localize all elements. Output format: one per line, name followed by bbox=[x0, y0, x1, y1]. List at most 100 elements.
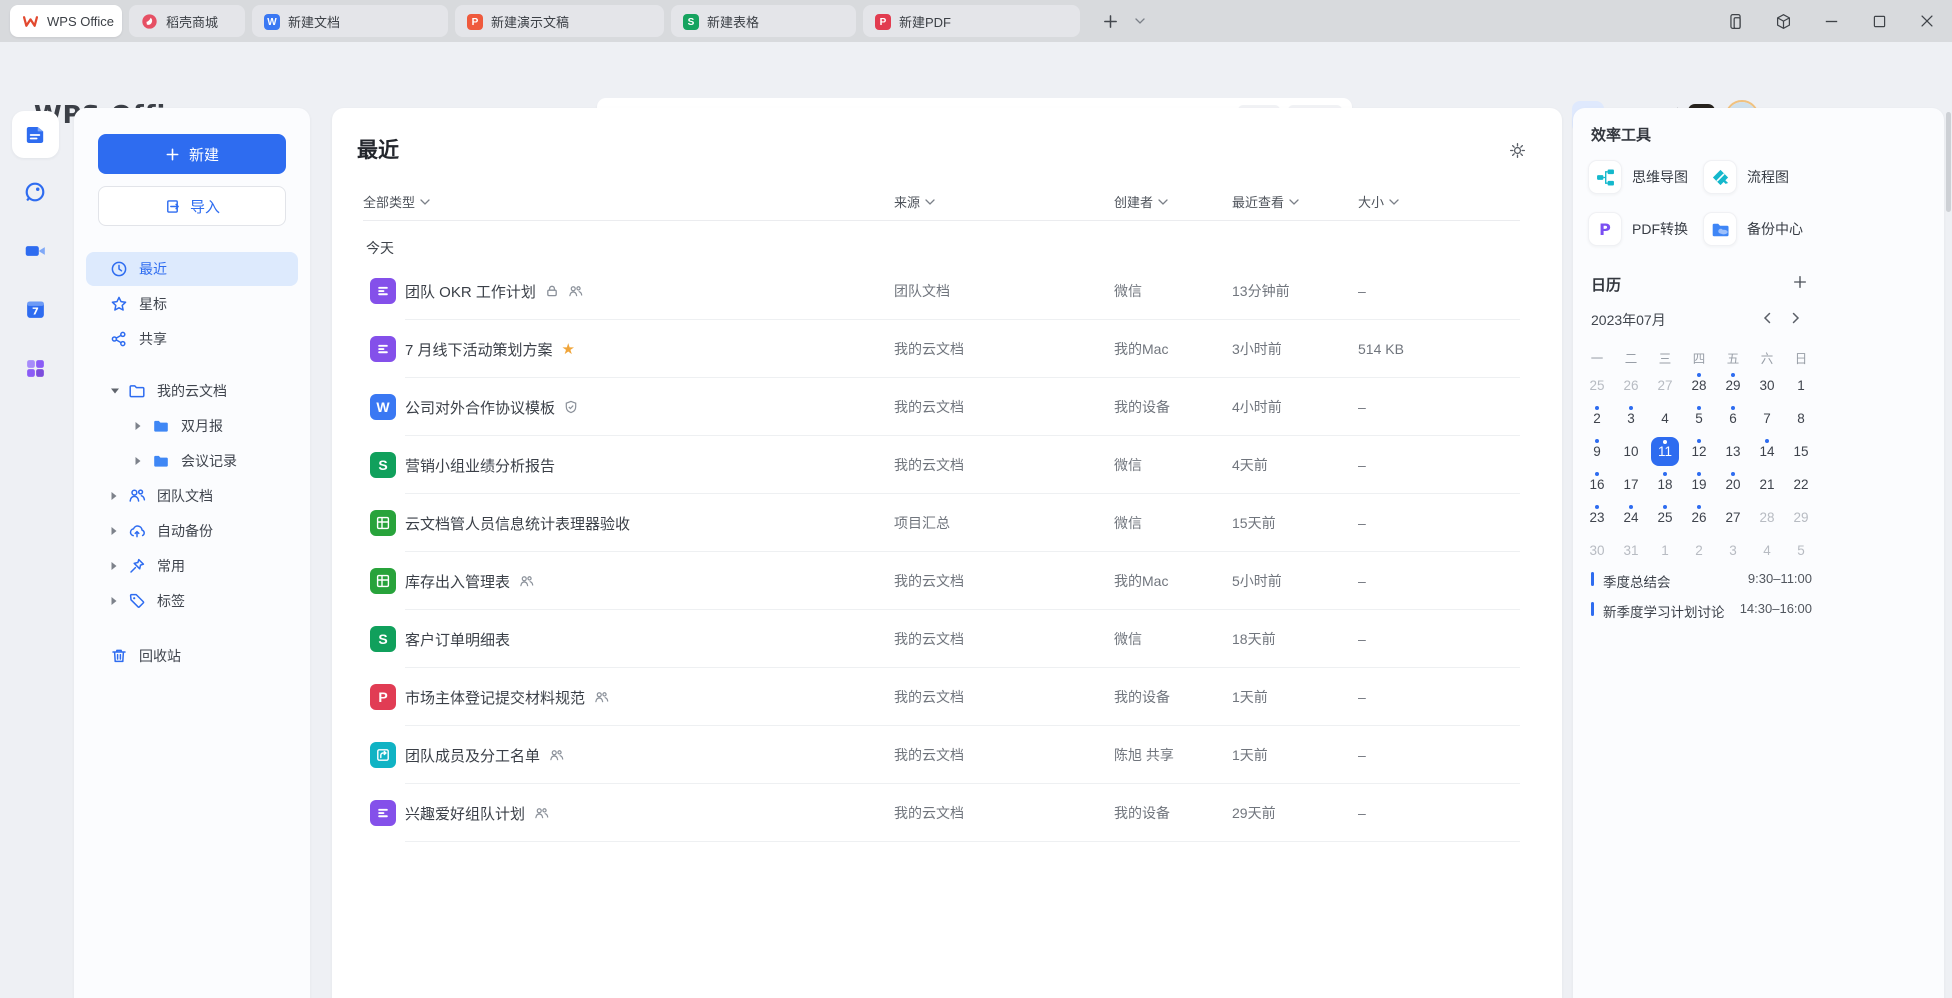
calendar-day[interactable]: 13 bbox=[1716, 436, 1750, 469]
filter-source[interactable]: 来源 bbox=[894, 192, 935, 211]
calendar-next-button[interactable] bbox=[1792, 312, 1800, 324]
caret-right-icon[interactable] bbox=[110, 491, 128, 501]
rail-calendar-button[interactable]: 7 bbox=[0, 298, 70, 321]
sidebar-item-star[interactable]: 星标 bbox=[86, 287, 298, 321]
file-row[interactable]: S客户订单明细表我的云文档微信18天前– bbox=[332, 610, 1562, 668]
calendar-day[interactable]: 26 bbox=[1682, 502, 1716, 535]
sidebar-item-tag[interactable]: 标签 bbox=[86, 584, 298, 618]
tab-ppt[interactable]: P新建演示文稿 bbox=[455, 5, 664, 37]
caret-right-icon[interactable] bbox=[110, 561, 128, 571]
calendar-day[interactable]: 25 bbox=[1648, 502, 1682, 535]
sidebar-item-people[interactable]: 团队文档 bbox=[86, 479, 298, 513]
filter-type[interactable]: 全部类型 bbox=[363, 192, 430, 211]
calendar-day[interactable]: 17 bbox=[1614, 469, 1648, 502]
file-row[interactable]: 云文档管人员信息统计表理器验收项目汇总微信15天前– bbox=[332, 494, 1562, 552]
calendar-day[interactable]: 29 bbox=[1784, 502, 1818, 535]
minimize-button[interactable] bbox=[1820, 10, 1842, 32]
calendar-day[interactable]: 8 bbox=[1784, 403, 1818, 436]
tool-flowchart[interactable]: 流程图 bbox=[1703, 160, 1789, 194]
rail-docs-button[interactable] bbox=[0, 111, 70, 158]
file-row[interactable]: W公司对外合作协议模板我的云文档我的设备4小时前– bbox=[332, 378, 1562, 436]
rail-apps-button[interactable] bbox=[0, 357, 70, 380]
tab-list-chevron[interactable] bbox=[1130, 11, 1150, 31]
tab-docer[interactable]: 稻壳商城 bbox=[129, 5, 245, 37]
sidebar-item-clock[interactable]: 最近 bbox=[86, 252, 298, 286]
tool-mindmap[interactable]: 思维导图 bbox=[1588, 160, 1688, 194]
workspace-button[interactable] bbox=[1772, 10, 1794, 32]
calendar-day[interactable]: 12 bbox=[1682, 436, 1716, 469]
new-button[interactable]: 新建 bbox=[98, 134, 286, 174]
tab-wps[interactable]: WPS Office bbox=[10, 5, 122, 37]
caret-right-icon[interactable] bbox=[134, 456, 152, 466]
sidebar-item-folder-outline[interactable]: 我的云文档 bbox=[86, 374, 298, 408]
file-row[interactable]: 团队 OKR 工作计划团队文档微信13分钟前– bbox=[332, 262, 1562, 320]
tab-sheet[interactable]: S新建表格 bbox=[671, 5, 856, 37]
caret-right-icon[interactable] bbox=[134, 421, 152, 431]
calendar-day[interactable]: 2 bbox=[1580, 403, 1614, 436]
import-button[interactable]: 导入 bbox=[98, 186, 286, 226]
rail-chat-button[interactable] bbox=[0, 180, 70, 204]
calendar-day[interactable]: 21 bbox=[1750, 469, 1784, 502]
maximize-button[interactable] bbox=[1868, 10, 1890, 32]
scrollbar[interactable] bbox=[1946, 112, 1951, 212]
calendar-day[interactable]: 15 bbox=[1784, 436, 1818, 469]
calendar-day[interactable]: 5 bbox=[1682, 403, 1716, 436]
calendar-day[interactable]: 22 bbox=[1784, 469, 1818, 502]
file-row[interactable]: S营销小组业绩分析报告我的云文档微信4天前– bbox=[332, 436, 1562, 494]
calendar-day[interactable]: 27 bbox=[1648, 370, 1682, 403]
rail-meeting-button[interactable] bbox=[0, 239, 70, 263]
calendar-day[interactable]: 19 bbox=[1682, 469, 1716, 502]
tool-backup[interactable]: 备份中心 bbox=[1703, 212, 1803, 246]
calendar-day[interactable]: 30 bbox=[1750, 370, 1784, 403]
file-row[interactable]: 团队成员及分工名单我的云文档陈旭 共享1天前– bbox=[332, 726, 1562, 784]
new-tab-button[interactable] bbox=[1097, 8, 1123, 34]
sidebar-item-cloud-up[interactable]: 自动备份 bbox=[86, 514, 298, 548]
calendar-day[interactable]: 1 bbox=[1784, 370, 1818, 403]
calendar-day[interactable]: 28 bbox=[1750, 502, 1784, 535]
sidebar-item-folder-fill[interactable]: 双月报 bbox=[86, 409, 298, 443]
filter-creator[interactable]: 创建者 bbox=[1114, 192, 1168, 211]
sidebar-item-pin[interactable]: 常用 bbox=[86, 549, 298, 583]
calendar-day[interactable]: 23 bbox=[1580, 502, 1614, 535]
tool-pdf-convert[interactable]: PPDF转换 bbox=[1588, 212, 1688, 246]
close-button[interactable] bbox=[1916, 10, 1938, 32]
caret-right-icon[interactable] bbox=[110, 526, 128, 536]
calendar-day-selected[interactable]: 11 bbox=[1648, 436, 1682, 469]
add-event-button[interactable] bbox=[1792, 274, 1808, 290]
file-row[interactable]: P市场主体登记提交材料规范我的云文档我的设备1天前– bbox=[332, 668, 1562, 726]
calendar-day[interactable]: 26 bbox=[1614, 370, 1648, 403]
filter-size[interactable]: 大小 bbox=[1358, 192, 1399, 211]
caret-down-icon[interactable] bbox=[110, 387, 128, 395]
caret-right-icon[interactable] bbox=[110, 596, 128, 606]
file-row[interactable]: 库存出入管理表我的云文档我的Mac5小时前– bbox=[332, 552, 1562, 610]
sidebar-item-trash[interactable]: 回收站 bbox=[86, 639, 298, 673]
calendar-day[interactable]: 9 bbox=[1580, 436, 1614, 469]
calendar-day[interactable]: 20 bbox=[1716, 469, 1750, 502]
tab-writer[interactable]: W新建文档 bbox=[252, 5, 448, 37]
calendar-day[interactable]: 25 bbox=[1580, 370, 1614, 403]
calendar-day[interactable]: 28 bbox=[1682, 370, 1716, 403]
calendar-day[interactable]: 6 bbox=[1716, 403, 1750, 436]
file-size: – bbox=[1358, 378, 1366, 436]
tab-pdfdoc[interactable]: P新建PDF bbox=[863, 5, 1080, 37]
filter-viewed[interactable]: 最近查看 bbox=[1232, 192, 1299, 211]
calendar-day[interactable]: 18 bbox=[1648, 469, 1682, 502]
calendar-day[interactable]: 24 bbox=[1614, 502, 1648, 535]
calendar-day[interactable]: 27 bbox=[1716, 502, 1750, 535]
sidebar-item-share[interactable]: 共享 bbox=[86, 322, 298, 356]
calendar-prev-button[interactable] bbox=[1763, 312, 1771, 324]
calendar-day[interactable]: 7 bbox=[1750, 403, 1784, 436]
file-row[interactable]: 7 月线下活动策划方案★我的云文档我的Mac3小时前514 KB bbox=[332, 320, 1562, 378]
sidebar-item-folder-fill[interactable]: 会议记录 bbox=[86, 444, 298, 478]
mobile-button[interactable] bbox=[1724, 10, 1746, 32]
calendar-event[interactable]: 新季度学习计划讨论14:30–16:00 bbox=[1573, 594, 1944, 624]
calendar-event[interactable]: 季度总结会9:30–11:00 bbox=[1573, 564, 1944, 594]
calendar-day[interactable]: 16 bbox=[1580, 469, 1614, 502]
calendar-day[interactable]: 4 bbox=[1648, 403, 1682, 436]
calendar-day[interactable]: 14 bbox=[1750, 436, 1784, 469]
calendar-day[interactable]: 3 bbox=[1614, 403, 1648, 436]
calendar-day[interactable]: 10 bbox=[1614, 436, 1648, 469]
list-settings-button[interactable] bbox=[1508, 141, 1527, 160]
calendar-day[interactable]: 29 bbox=[1716, 370, 1750, 403]
file-row[interactable]: 兴趣爱好组队计划我的云文档我的设备29天前– bbox=[332, 784, 1562, 842]
